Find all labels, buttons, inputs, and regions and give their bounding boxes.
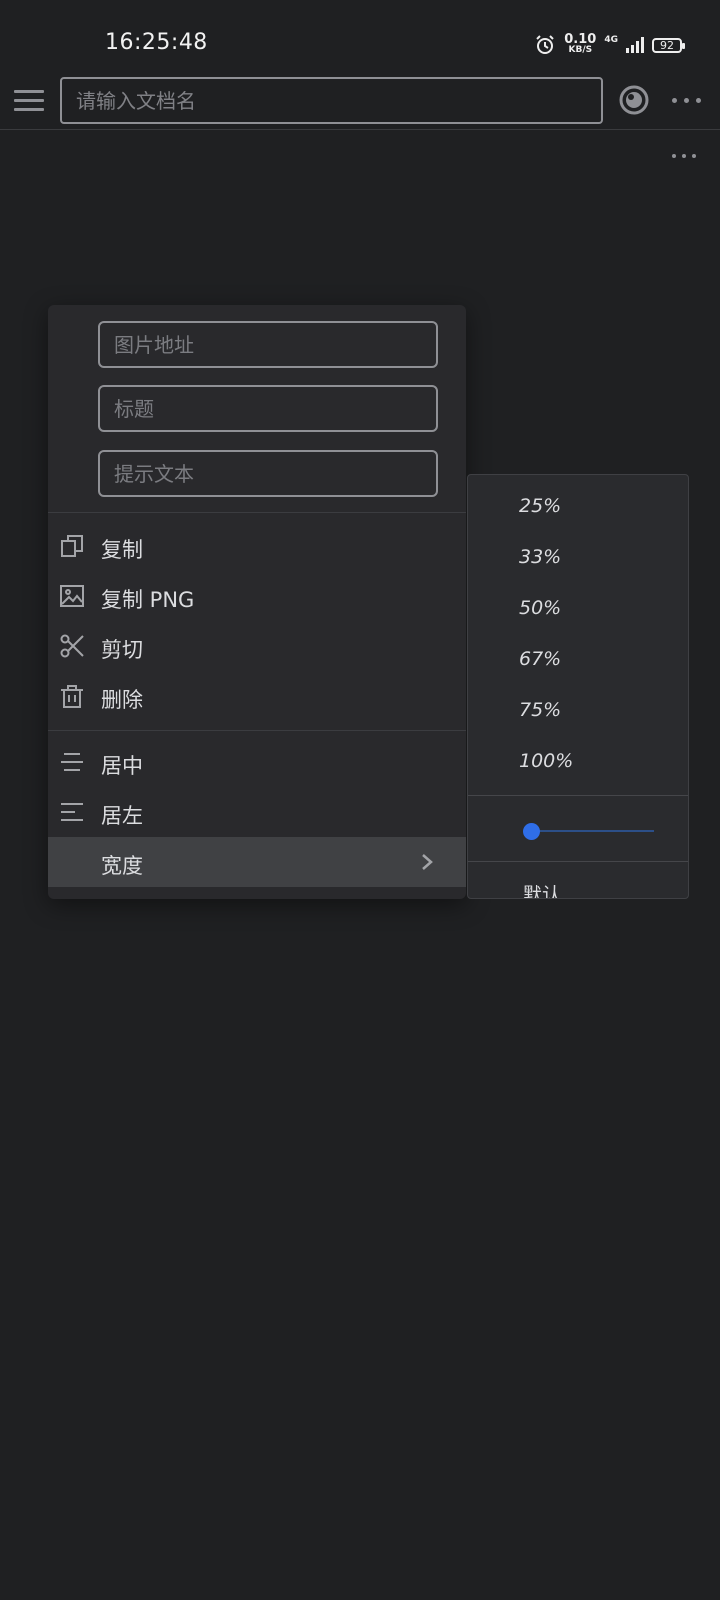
menu-item-label: 剪切 (101, 638, 143, 662)
chevron-right-icon (422, 854, 433, 870)
image-alt-text-field[interactable] (98, 450, 438, 497)
status-bar: 16:25:48 0.10 KB/S 4G 92 (0, 0, 720, 72)
slider-track[interactable] (532, 830, 654, 832)
preview-eye-icon[interactable] (618, 84, 650, 116)
status-time: 16:25:48 (105, 30, 208, 55)
submenu-divider (468, 861, 688, 862)
menu-item-delete[interactable]: 删除 (48, 671, 466, 721)
menu-divider (48, 730, 466, 731)
menu-item-width[interactable]: 宽度 (48, 837, 466, 887)
width-option-75[interactable]: 75% (519, 699, 561, 721)
more-options-button[interactable] (672, 92, 708, 108)
copy-icon (61, 535, 83, 557)
width-option-default[interactable]: 默认 (523, 880, 561, 898)
image-icon (60, 585, 84, 607)
align-left-icon (61, 803, 83, 821)
menu-item-align-center[interactable]: 居中 (48, 737, 466, 787)
menu-item-label: 宽度 (101, 854, 143, 878)
submenu-divider (468, 795, 688, 796)
document-name-input[interactable] (60, 77, 603, 124)
hamburger-menu-button[interactable] (14, 84, 44, 118)
width-option-67[interactable]: 67% (519, 648, 561, 670)
trash-icon (61, 685, 83, 708)
menu-item-label: 居中 (101, 754, 143, 778)
width-submenu: 25% 33% 50% 67% 75% 100% 默认 (467, 474, 689, 899)
menu-item-copy[interactable]: 复制 (48, 521, 466, 571)
network-speed: 0.10 KB/S (564, 32, 597, 55)
menu-item-align-left[interactable]: 居左 (48, 787, 466, 837)
top-bar (0, 72, 720, 130)
network-speed-unit: KB/S (568, 45, 593, 55)
signal-icon (626, 37, 644, 53)
network-speed-value: 0.10 (564, 32, 597, 47)
menu-item-label: 删除 (101, 688, 143, 712)
menu-item-copy-png[interactable]: 复制 PNG (48, 571, 466, 621)
menu-divider (48, 512, 466, 513)
slider-knob[interactable] (523, 823, 540, 840)
scissors-icon (60, 634, 84, 658)
menu-item-cut[interactable]: 剪切 (48, 621, 466, 671)
image-url-field[interactable] (98, 321, 438, 368)
network-type: 4G (604, 35, 618, 45)
image-context-menu: 复制 复制 PNG 剪切 删除 居中 (48, 305, 466, 899)
width-option-100[interactable]: 100% (519, 750, 573, 772)
align-center-icon (61, 753, 83, 771)
alarm-icon (536, 35, 554, 54)
width-option-33[interactable]: 33% (519, 546, 561, 568)
editor-more-button[interactable] (672, 151, 702, 161)
battery-icon: 92 (652, 37, 685, 53)
image-title-field[interactable] (98, 385, 438, 432)
width-option-25[interactable]: 25% (519, 495, 561, 517)
menu-item-label: 复制 PNG (101, 588, 195, 612)
menu-item-label: 复制 (101, 538, 143, 562)
status-icons: 0.10 KB/S 4G 92 (534, 30, 685, 60)
width-option-50[interactable]: 50% (519, 597, 561, 619)
menu-item-label: 居左 (101, 804, 143, 828)
